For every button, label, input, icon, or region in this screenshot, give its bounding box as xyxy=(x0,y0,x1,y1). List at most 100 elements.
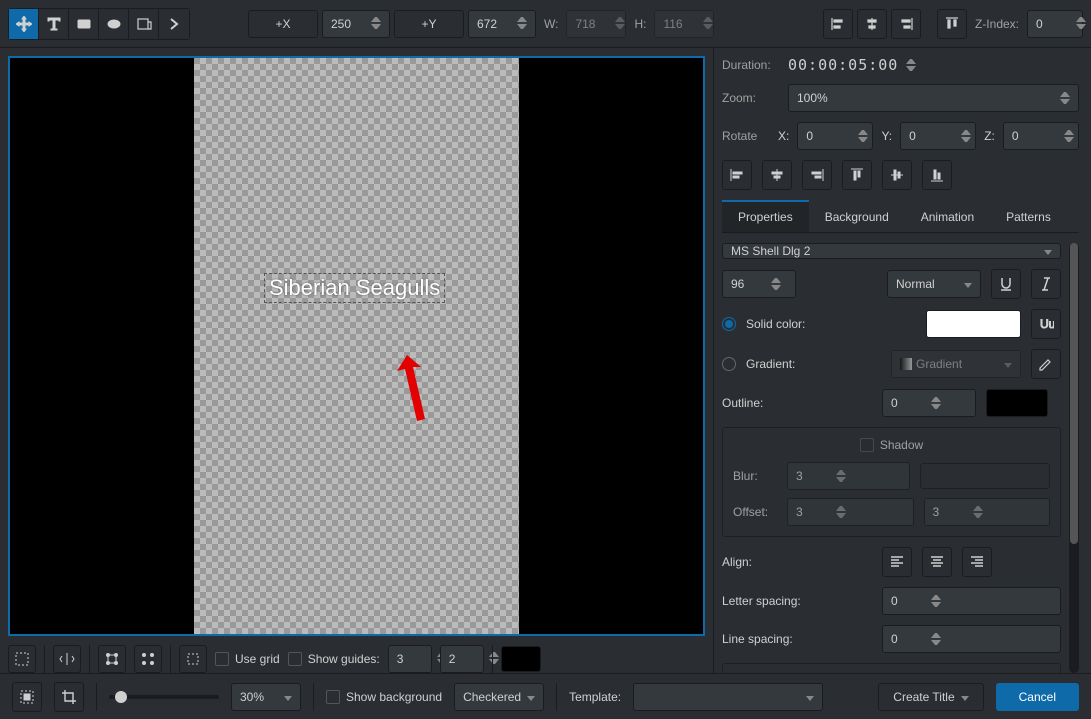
zoom-dropdown[interactable]: 100% xyxy=(788,84,1079,112)
property-tabs: Properties Background Animation Patterns xyxy=(722,200,1079,233)
shadow-group: Shadow Blur: Offset: xyxy=(722,427,1061,537)
tab-patterns[interactable]: Patterns xyxy=(990,200,1067,232)
align-left-btn[interactable] xyxy=(823,9,853,39)
show-guides-checkbox[interactable]: Show guides: xyxy=(288,652,380,666)
x-spinner[interactable] xyxy=(371,17,381,30)
rotate-x-input[interactable] xyxy=(797,122,873,150)
title-text-layer[interactable]: Siberian Seagulls xyxy=(264,273,445,303)
obj-align-bottom[interactable] xyxy=(922,160,952,190)
rotate-z-label: Z: xyxy=(984,129,995,143)
distribute-h-btn[interactable] xyxy=(98,645,126,673)
underline-btn[interactable] xyxy=(991,269,1021,299)
duration-value: 00:00:05:00 xyxy=(788,56,898,74)
zindex-input[interactable] xyxy=(1027,10,1083,38)
select-all-btn[interactable] xyxy=(8,645,36,673)
rotate-z-input[interactable] xyxy=(1003,122,1079,150)
crop-btn[interactable] xyxy=(54,682,84,712)
y-position-input[interactable] xyxy=(468,10,536,38)
flip-h-btn[interactable] xyxy=(53,645,81,673)
line-spacing-input[interactable] xyxy=(882,625,1061,653)
edit-gradient-btn[interactable] xyxy=(1031,349,1061,379)
text-align-center[interactable] xyxy=(922,547,952,577)
show-background-checkbox[interactable]: Show background xyxy=(326,690,442,704)
zindex-value[interactable] xyxy=(1036,17,1072,31)
background-type-dropdown[interactable]: Checkered xyxy=(454,683,544,711)
zindex-spinner[interactable] xyxy=(1076,17,1086,30)
width-label: W: xyxy=(544,17,558,31)
rotate-x-label: X: xyxy=(778,129,789,143)
gradient-radio[interactable] xyxy=(722,357,736,371)
plus-y-button[interactable]: +Y xyxy=(394,10,464,38)
letter-spacing-label: Letter spacing: xyxy=(722,594,872,608)
align-label: Align: xyxy=(722,555,872,569)
solid-color-radio[interactable] xyxy=(722,317,736,331)
tab-background[interactable]: Background xyxy=(809,200,905,232)
props-scrollbar[interactable] xyxy=(1069,243,1079,673)
y-spinner[interactable] xyxy=(517,17,527,30)
rotate-y-input[interactable] xyxy=(900,122,976,150)
outline-color-swatch[interactable] xyxy=(986,389,1048,417)
more-tools[interactable] xyxy=(159,9,189,39)
x-position-input[interactable] xyxy=(322,10,390,38)
blur-input xyxy=(787,462,910,490)
canvas-area[interactable]: Siberian Seagulls xyxy=(8,56,705,636)
zoom-value: 100% xyxy=(797,91,828,105)
text-color-swatch[interactable] xyxy=(926,310,1021,338)
duration-label: Duration: xyxy=(722,58,780,72)
align-center-btn[interactable] xyxy=(857,9,887,39)
move-tool[interactable] xyxy=(9,9,39,39)
distribute-v-btn[interactable] xyxy=(134,645,162,673)
font-size-input[interactable] xyxy=(722,270,796,298)
font-weight-dropdown[interactable]: Normal xyxy=(887,270,981,298)
x-value[interactable] xyxy=(331,17,367,31)
template-label: Template: xyxy=(569,690,621,704)
guide-color-swatch[interactable] xyxy=(501,646,541,672)
obj-align-top[interactable] xyxy=(842,160,872,190)
text-align-left[interactable] xyxy=(882,547,912,577)
tool-group xyxy=(8,8,190,40)
tab-animation[interactable]: Animation xyxy=(905,200,990,232)
guides-rows-input[interactable] xyxy=(440,645,484,673)
create-title-button[interactable]: Create Title xyxy=(878,683,983,711)
canvas-toolbar: Use grid Show guides: xyxy=(0,644,713,673)
letter-spacing-input[interactable] xyxy=(882,587,1061,615)
zoom-label: Zoom: xyxy=(722,91,780,105)
obj-align-right[interactable] xyxy=(802,160,832,190)
ellipse-tool[interactable] xyxy=(99,9,129,39)
use-grid-checkbox[interactable]: Use grid xyxy=(215,652,280,666)
text-tool[interactable] xyxy=(39,9,69,39)
text-align-right[interactable] xyxy=(962,547,992,577)
outline-label: Outline: xyxy=(722,396,872,410)
obj-align-vcenter[interactable] xyxy=(882,160,912,190)
marquee-btn[interactable] xyxy=(179,645,207,673)
zindex-label: Z-Index: xyxy=(975,17,1019,31)
font-family-dropdown[interactable]: MS Shell Dlg 2 xyxy=(722,243,1061,259)
image-tool[interactable] xyxy=(129,9,159,39)
chevron-down-icon xyxy=(964,277,972,291)
duration-spinner[interactable] xyxy=(906,59,916,72)
fit-btn[interactable] xyxy=(12,682,42,712)
plus-x-button[interactable]: +X xyxy=(248,10,318,38)
chevron-down-icon xyxy=(1044,244,1052,258)
typewriter-group: Typewriter effect Frame step: Variation: xyxy=(722,663,1061,673)
italic-btn[interactable] xyxy=(1031,269,1061,299)
cancel-button[interactable]: Cancel xyxy=(996,683,1079,711)
properties-panel: Duration: 00:00:05:00 Zoom: 100% Rotate … xyxy=(713,48,1091,673)
shadow-checkbox[interactable]: Shadow xyxy=(860,438,923,452)
y-value[interactable] xyxy=(477,17,513,31)
offset-x-input xyxy=(787,498,914,526)
uppercase-btn[interactable]: Uu xyxy=(1031,309,1061,339)
align-right-btn[interactable] xyxy=(891,9,921,39)
gradient-dropdown: Gradient xyxy=(891,350,1021,378)
obj-align-left[interactable] xyxy=(722,160,752,190)
template-dropdown[interactable] xyxy=(633,683,823,711)
obj-align-hcenter[interactable] xyxy=(762,160,792,190)
zoom-slider[interactable] xyxy=(109,695,219,699)
rect-tool[interactable] xyxy=(69,9,99,39)
align-top-btn[interactable] xyxy=(937,9,967,39)
outline-input[interactable] xyxy=(882,389,976,417)
guides-cols-input[interactable] xyxy=(388,645,432,673)
tab-properties[interactable]: Properties xyxy=(722,200,809,232)
zoom-percent-dropdown[interactable]: 30% xyxy=(231,683,301,711)
rotate-label: Rotate xyxy=(722,129,770,143)
